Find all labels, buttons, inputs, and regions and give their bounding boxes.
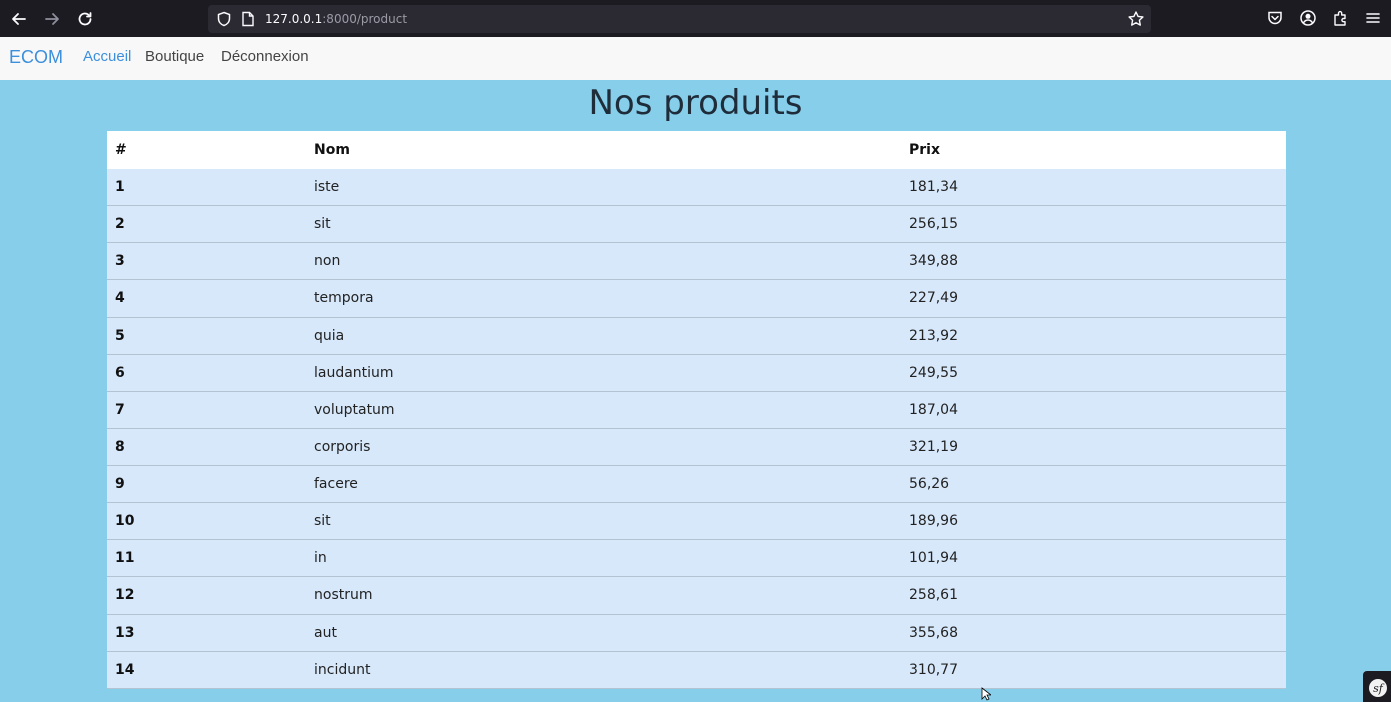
row-id: 10: [115, 513, 135, 530]
table-row: 6 laudantium 249,55: [107, 354, 1286, 392]
row-name: voluptatum: [314, 401, 395, 418]
url-host: 127.0.0.1: [265, 12, 323, 26]
page-icon: [242, 11, 254, 27]
row-name: aut: [314, 624, 337, 641]
row-name: incidunt: [314, 661, 371, 678]
header-price: Prix: [909, 142, 940, 158]
row-name: nostrum: [314, 587, 373, 604]
row-price: 189,96: [909, 513, 958, 530]
table-row: 8 corporis 321,19: [107, 428, 1286, 466]
row-name: non: [314, 253, 341, 270]
shield-icon[interactable]: [216, 11, 232, 27]
row-price: 249,55: [909, 364, 958, 381]
app-navbar: ECOM Accueil Boutique Déconnexion: [0, 37, 1391, 80]
menu-icon[interactable]: [1364, 9, 1382, 27]
table-row: 7 voluptatum 187,04: [107, 391, 1286, 429]
browser-toolbar: 127.0.0.1:8000/product: [0, 0, 1391, 37]
pocket-icon[interactable]: [1266, 9, 1284, 27]
row-id: 14: [115, 661, 135, 678]
row-id: 5: [115, 327, 125, 344]
back-icon[interactable]: [8, 8, 30, 30]
bookmark-star-icon[interactable]: [1127, 10, 1145, 28]
row-id: 7: [115, 401, 125, 418]
table-row: 14 incidunt 310,77: [107, 651, 1286, 689]
brand-link[interactable]: ECOM: [9, 46, 63, 68]
reload-icon[interactable]: [74, 8, 96, 30]
row-name: sit: [314, 216, 331, 233]
table-row: 2 sit 256,15: [107, 206, 1286, 244]
row-price: 258,61: [909, 587, 958, 604]
row-price: 256,15: [909, 216, 958, 233]
page-title: Nos produits: [588, 83, 803, 123]
table-row: 5 quia 213,92: [107, 317, 1286, 355]
row-id: 11: [115, 550, 135, 567]
row-price: 213,92: [909, 327, 958, 344]
account-icon[interactable]: [1299, 9, 1317, 27]
row-name: corporis: [314, 438, 371, 455]
row-id: 3: [115, 253, 125, 270]
table-row: 1 iste 181,34: [107, 169, 1286, 207]
table-row: 10 sit 189,96: [107, 503, 1286, 541]
row-name: tempora: [314, 290, 374, 307]
row-price: 227,49: [909, 290, 958, 307]
row-id: 6: [115, 364, 125, 381]
nav-link-deconnexion[interactable]: Déconnexion: [221, 47, 309, 67]
row-price: 349,88: [909, 253, 958, 270]
url-path: :8000/product: [322, 12, 408, 26]
mouse-cursor-icon: [981, 687, 991, 701]
nav-link-accueil[interactable]: Accueil: [83, 47, 131, 67]
row-price: 181,34: [909, 179, 958, 196]
row-id: 13: [115, 624, 135, 641]
url-bar[interactable]: 127.0.0.1:8000/product: [208, 5, 1151, 33]
row-name: sit: [314, 513, 331, 530]
row-id: 8: [115, 438, 125, 455]
row-price: 56,26: [909, 476, 950, 493]
table-header-row: # Nom Prix: [107, 131, 1286, 169]
row-id: 1: [115, 179, 125, 196]
row-price: 310,77: [909, 661, 958, 678]
row-price: 187,04: [909, 401, 958, 418]
forward-icon[interactable]: [41, 8, 63, 30]
row-name: laudantium: [314, 364, 394, 381]
url-text[interactable]: 127.0.0.1:8000/product: [265, 11, 407, 27]
table-row: 9 facere 56,26: [107, 466, 1286, 504]
symfony-toolbar-badge[interactable]: sf: [1363, 671, 1391, 702]
row-id: 9: [115, 476, 125, 493]
extensions-icon[interactable]: [1332, 9, 1350, 27]
row-price: 321,19: [909, 438, 958, 455]
table-row: 3 non 349,88: [107, 243, 1286, 281]
nav-link-boutique[interactable]: Boutique: [145, 47, 204, 67]
table-row: 12 nostrum 258,61: [107, 577, 1286, 615]
products-table: # Nom Prix 1 iste 181,34 2 sit 256,15 3 non 349,…: [107, 131, 1286, 689]
row-name: quia: [314, 327, 345, 344]
row-name: facere: [314, 476, 358, 493]
table-row: 11 in 101,94: [107, 540, 1286, 578]
header-id: #: [115, 142, 127, 158]
row-id: 12: [115, 587, 135, 604]
row-name: in: [314, 550, 327, 567]
table-body: 1 iste 181,34 2 sit 256,15 3 non 349,88 4 tempora 2…: [107, 169, 1286, 689]
row-name: iste: [314, 179, 340, 196]
row-price: 355,68: [909, 624, 958, 641]
row-id: 2: [115, 216, 125, 233]
table-row: 4 tempora 227,49: [107, 280, 1286, 318]
symfony-icon: sf: [1369, 679, 1387, 697]
row-id: 4: [115, 290, 125, 307]
row-price: 101,94: [909, 550, 958, 567]
header-name: Nom: [314, 142, 350, 158]
table-row: 13 aut 355,68: [107, 614, 1286, 652]
